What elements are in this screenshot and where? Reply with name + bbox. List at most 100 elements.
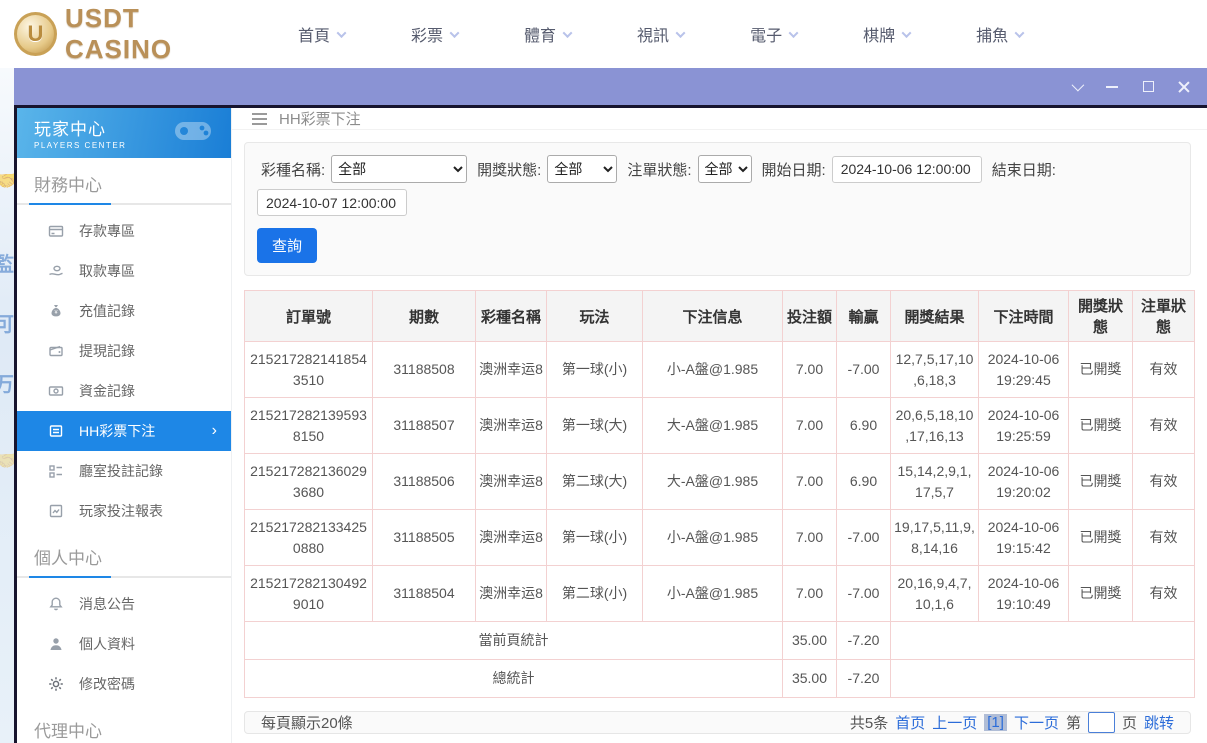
nav-label: 彩票 <box>411 28 444 45</box>
minimize-icon[interactable] <box>1101 78 1123 96</box>
usdt-coin-icon: U <box>14 12 57 56</box>
hand-coin-icon <box>49 265 63 276</box>
col-bet-time: 下注時間 <box>978 290 1069 342</box>
nav-label: 電子 <box>750 28 783 45</box>
end-date-input[interactable] <box>257 189 407 216</box>
col-bet-info: 下注信息 <box>642 290 783 342</box>
main-menu: 首頁 彩票 體育 視訊 電子 棋牌 捕魚 <box>250 22 1025 46</box>
cell-draw-status: 已開獎 <box>1068 397 1133 454</box>
pager: 共5条 首页 上一页 [1] 下一页 第 页 跳转 <box>850 712 1174 733</box>
sidebar-item-label: 修改密碼 <box>79 676 135 692</box>
close-icon[interactable] <box>1173 78 1195 96</box>
nav-item-home[interactable]: 首頁 <box>298 22 347 46</box>
col-order-status: 注單狀態 <box>1132 290 1195 342</box>
sidebar-item-deposit[interactable]: 存款專區 <box>17 211 231 251</box>
sidebar-item-player-bet-report[interactable]: 玩家投注報表 <box>17 491 231 531</box>
current-page-badge: [1] <box>984 714 1007 731</box>
maximize-icon[interactable] <box>1137 78 1159 96</box>
cell-draw-result: 20,16,9,4,7,10,1,6 <box>890 565 979 622</box>
cell-draw-status: 已開獎 <box>1068 453 1133 510</box>
col-lottery-name: 彩種名稱 <box>475 290 547 342</box>
chevron-down-icon <box>675 27 686 38</box>
nav-item-lottery[interactable]: 彩票 <box>411 22 460 46</box>
lottery-name-select[interactable]: 全部 <box>331 155 468 183</box>
cell-lottery-name: 澳洲幸运8 <box>475 453 547 510</box>
search-button[interactable]: 查詢 <box>257 228 318 263</box>
bets-table: 訂單號 期數 彩種名稱 玩法 下注信息 投注額 輸贏 開獎結果 下注時間 開獎狀… <box>244 290 1195 698</box>
cell-order-status: 有效 <box>1132 453 1195 510</box>
cell-order-status: 有效 <box>1132 565 1195 622</box>
list-check-icon <box>49 465 62 478</box>
nav-label: 首頁 <box>298 28 331 45</box>
draw-status-select[interactable]: 全部 <box>547 155 618 183</box>
sidebar-item-label: 消息公告 <box>79 596 135 612</box>
cell-playtype: 第二球(小) <box>546 565 643 622</box>
cell-order-id: 2152172821418543510 <box>244 341 373 398</box>
cell-draw-result: 19,17,5,11,9,8,14,16 <box>890 509 979 566</box>
page-header: HH彩票下注 <box>232 108 1207 130</box>
page-title: HH彩票下注 <box>279 111 361 128</box>
prev-page-link[interactable]: 上一页 <box>932 712 977 733</box>
sidebar-item-funds-record[interactable]: 資金記錄 <box>17 371 231 411</box>
sidebar-item-label: 玩家投注報表 <box>79 503 163 519</box>
cell-draw-result: 12,7,5,17,10,6,18,3 <box>890 341 979 398</box>
nav-item-fishing[interactable]: 捕魚 <box>976 22 1025 46</box>
cell-playtype: 第一球(小) <box>546 341 643 398</box>
main-content: HH彩票下注 彩種名稱: 全部 開獎狀態: 全部 注單狀態: 全部 開始日期: … <box>232 108 1207 743</box>
background-page-strip: 🤝 監 可 万 🤝 <box>0 68 14 743</box>
section-finance-center: 財務中心 <box>34 176 102 195</box>
site-navbar: U USDT CASINO 首頁 彩票 體育 視訊 電子 棋牌 捕魚 <box>0 0 1207 68</box>
report-chart-icon <box>49 504 63 518</box>
cell-bet-amount: 7.00 <box>782 453 837 510</box>
nav-item-slots[interactable]: 電子 <box>750 22 799 46</box>
site-logo[interactable]: U USDT CASINO <box>0 3 250 65</box>
cell-bet-info: 小-A盤@1.985 <box>642 565 783 622</box>
total-count: 共5条 <box>849 715 889 732</box>
gear-icon <box>49 677 63 691</box>
start-date-input[interactable] <box>831 155 982 183</box>
sidebar-item-withdrawal-record[interactable]: 提現記錄 <box>17 331 231 371</box>
total-summary-row: 總統計 35.00 -7.20 <box>244 659 1195 698</box>
cell-bet-time: 2024-10-06 19:10:49 <box>978 565 1069 622</box>
cell-issue: 31188507 <box>372 397 476 454</box>
next-page-link[interactable]: 下一页 <box>1014 712 1059 733</box>
bets-table-wrap: 訂單號 期數 彩種名稱 玩法 下注信息 投注額 輸贏 開獎結果 下注時間 開獎狀… <box>244 290 1195 698</box>
table-row: 2152172821304929010 31188504 澳洲幸运8 第二球(小… <box>244 565 1195 622</box>
cell-order-id: 2152172821395938150 <box>244 397 373 454</box>
nav-item-boardgames[interactable]: 棋牌 <box>863 22 912 46</box>
user-icon <box>50 638 62 650</box>
col-winloss: 輸贏 <box>836 290 891 342</box>
nav-item-sports[interactable]: 體育 <box>524 22 573 46</box>
cell-order-status: 有效 <box>1132 397 1195 454</box>
sidebar-item-room-bet-record[interactable]: 廳室投註記錄 <box>17 451 231 491</box>
cell-playtype: 第一球(大) <box>546 397 643 454</box>
draw-status-label: 開獎狀態: <box>477 161 542 179</box>
nav-label: 體育 <box>524 28 557 45</box>
col-draw-status: 開獎狀態 <box>1068 290 1133 342</box>
cell-winloss: 6.90 <box>836 453 891 510</box>
order-status-select[interactable]: 全部 <box>697 155 752 183</box>
sidebar-item-recharge-record[interactable]: ¥ 充值記錄 <box>17 291 231 331</box>
background-glyph: 🤝 <box>0 450 14 472</box>
cell-lottery-name: 澳洲幸运8 <box>475 341 547 398</box>
cell-bet-info: 大-A盤@1.985 <box>642 453 783 510</box>
sidebar-item-change-password[interactable]: 修改密碼 <box>17 664 231 704</box>
hamburger-icon[interactable] <box>252 112 267 125</box>
sidebar-item-announcements[interactable]: 消息公告 <box>17 584 231 624</box>
col-playtype: 玩法 <box>546 290 643 342</box>
sidebar-item-withdraw[interactable]: 取款專區 <box>17 251 231 291</box>
section-agent-center: 代理中心 <box>34 722 102 741</box>
collapse-icon[interactable] <box>1065 78 1087 96</box>
jump-link[interactable]: 跳转 <box>1144 712 1174 733</box>
cell-lottery-name: 澳洲幸运8 <box>475 565 547 622</box>
jump-page-input[interactable] <box>1087 712 1115 733</box>
nav-item-live[interactable]: 視訊 <box>637 22 686 46</box>
section-underline <box>17 576 231 578</box>
chevron-down-icon <box>449 27 460 38</box>
table-row: 2152172821360293680 31188506 澳洲幸运8 第二球(大… <box>244 453 1195 510</box>
cell-bet-info: 小-A盤@1.985 <box>642 341 783 398</box>
first-page-link[interactable]: 首页 <box>895 712 925 733</box>
cell-bet-amount: 7.00 <box>782 397 837 454</box>
sidebar-item-profile[interactable]: 個人資料 <box>17 624 231 664</box>
sidebar-item-hh-lottery-bet[interactable]: HH彩票下注 › <box>17 411 231 451</box>
